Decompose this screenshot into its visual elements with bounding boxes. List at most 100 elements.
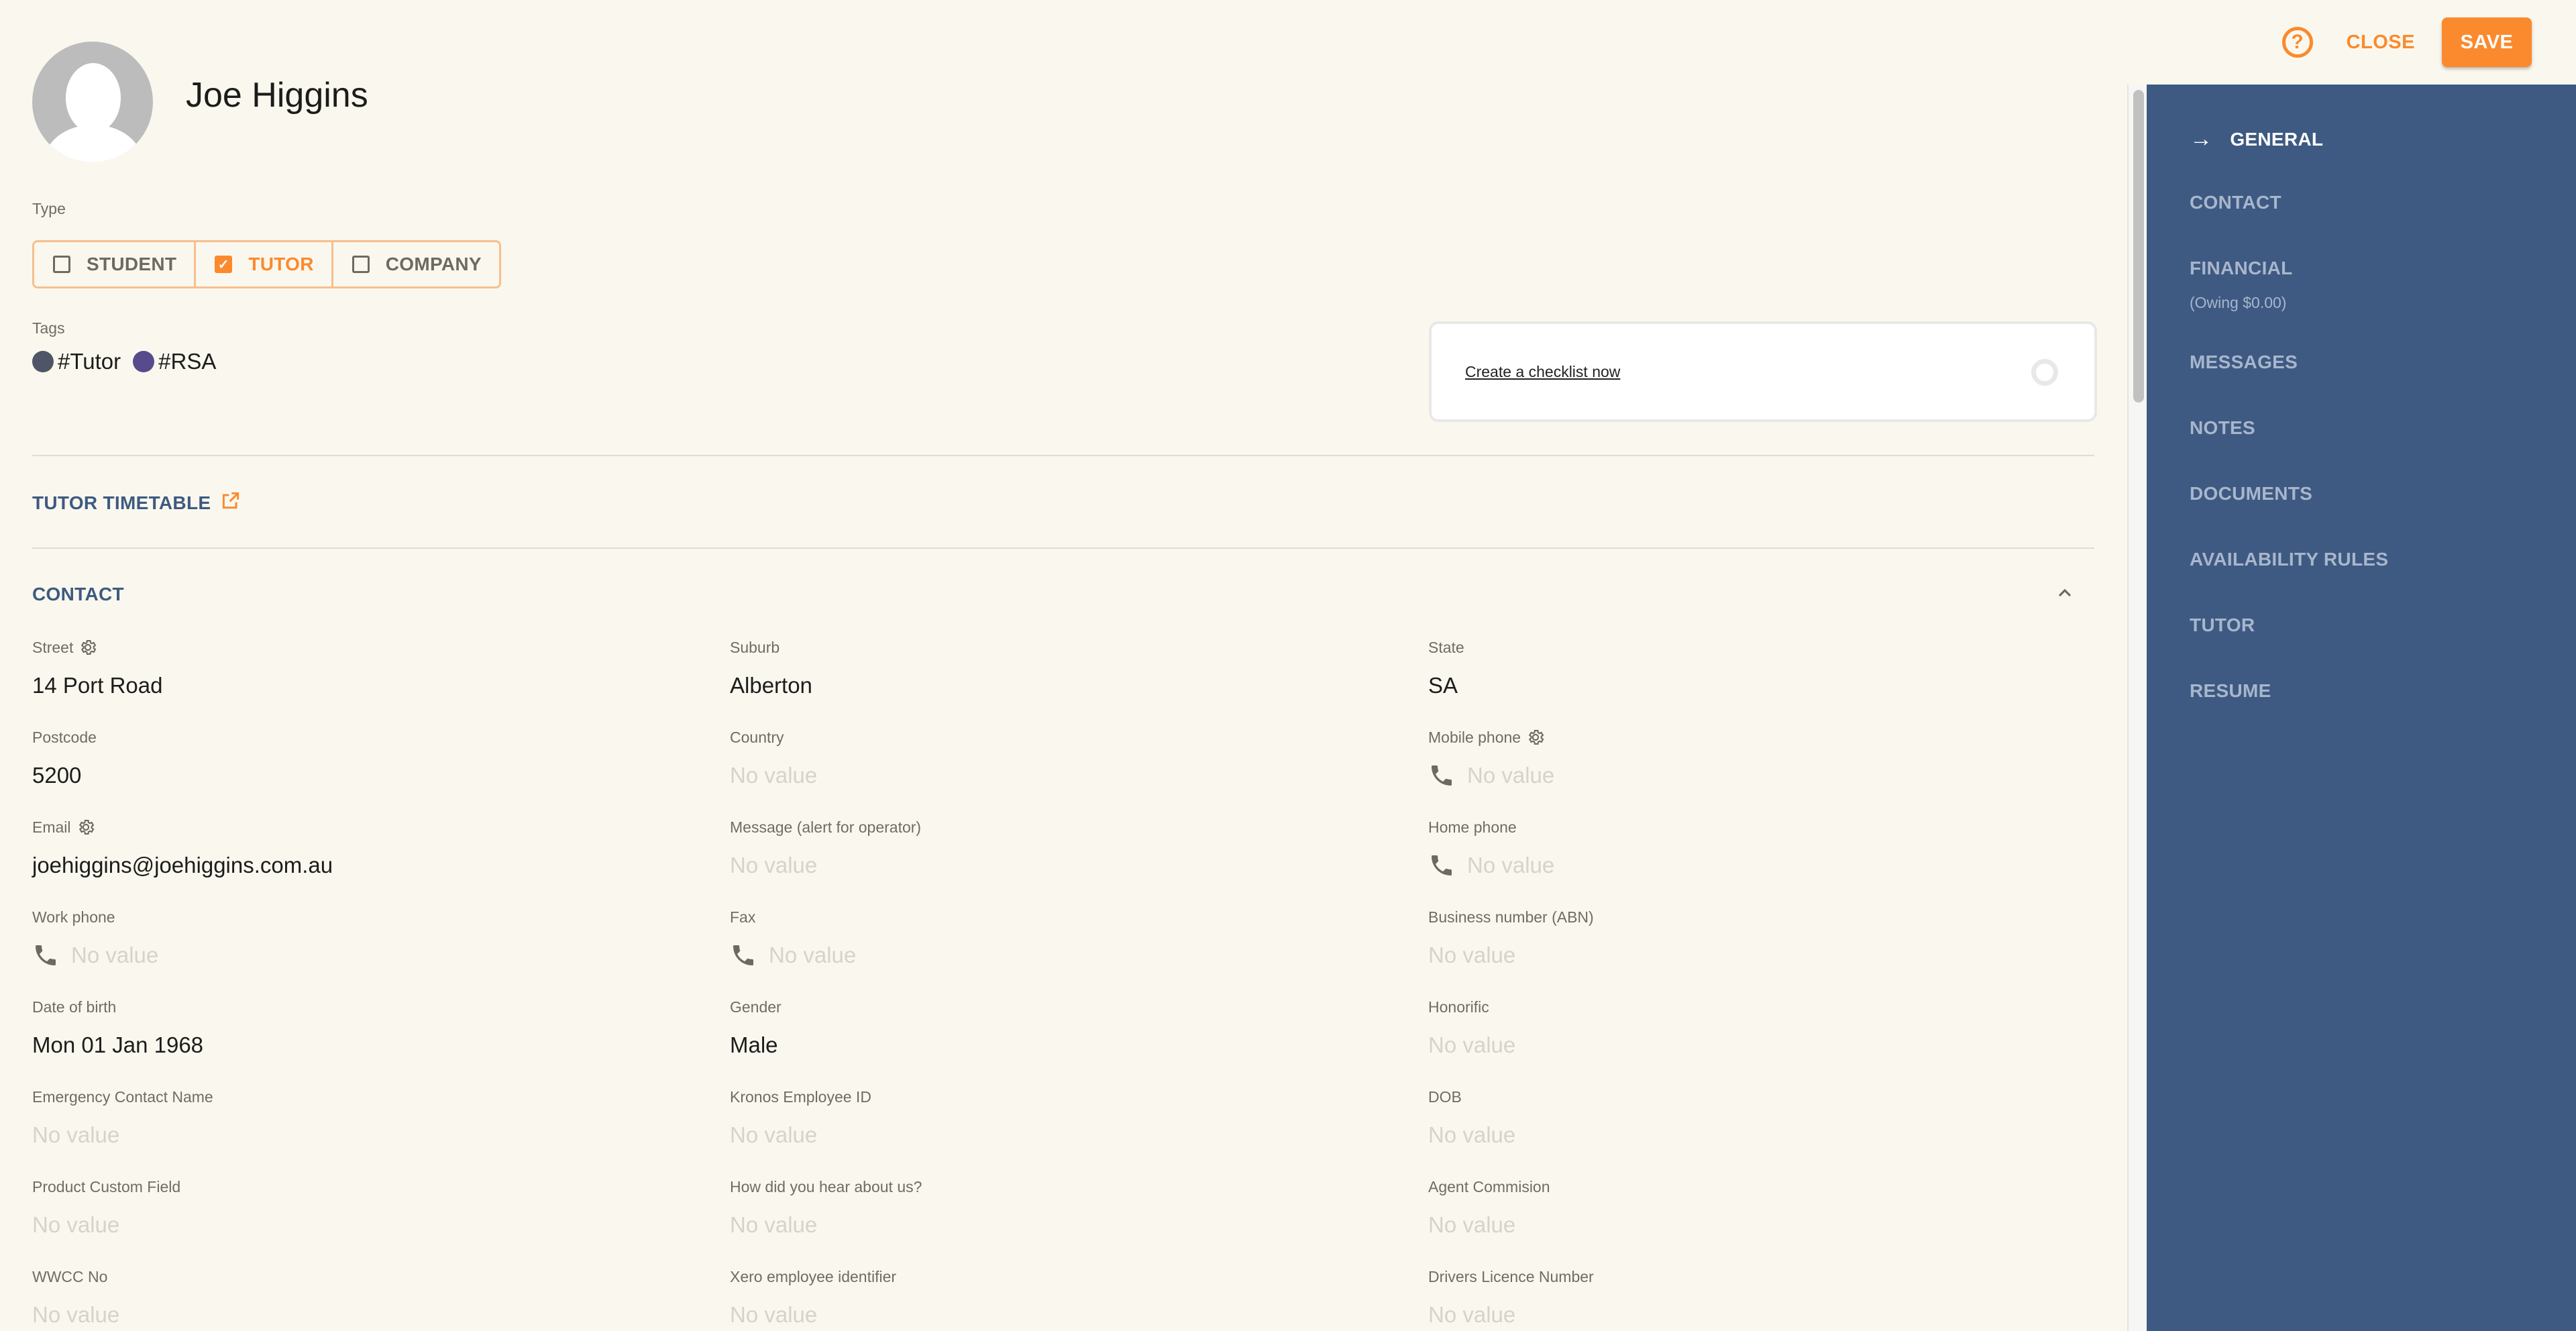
field-value[interactable]: joehiggins@joehiggins.com.au [32,852,703,879]
sidebar-item-notes[interactable]: NOTES [2190,417,2255,439]
avatar-body-shape [44,125,142,162]
field-value[interactable]: No value [730,942,1401,969]
field-value[interactable]: No value [730,1212,1401,1238]
field-label: Agent Commision [1428,1177,2099,1197]
field-label-text: Country [730,728,784,746]
field-value-text: No value [1428,1122,1516,1147]
tutor-timetable-link[interactable]: TUTOR TIMETABLE [32,490,241,516]
field-home-phone: Home phone No value [1428,817,2099,879]
field-value-text: No value [1428,1212,1516,1237]
field-kronos-employee-id: Kronos Employee ID No value [730,1087,1401,1149]
field-label-text: Fax [730,908,756,926]
scrollbar[interactable] [2127,85,2146,1331]
phone-icon[interactable] [1428,762,1455,789]
tag-list: #Tutor #RSA [32,349,228,374]
help-icon[interactable]: ? [2282,27,2313,58]
tag-color-dot [32,351,54,372]
field-label-text: Business number (ABN) [1428,908,1594,926]
field-value-text: No value [1428,1032,1516,1057]
chevron-up-icon[interactable] [2054,582,2076,607]
type-label: Type [32,200,66,217]
field-value-text: joehiggins@joehiggins.com.au [32,853,333,877]
field-value-text: Mon 01 Jan 1968 [32,1032,204,1057]
field-value[interactable]: SA [1428,672,2099,699]
field-value[interactable]: No value [32,1212,703,1238]
phone-icon[interactable] [1428,852,1455,879]
field-label-text: Work phone [32,908,115,926]
field-value-text: No value [730,1302,818,1327]
field-value[interactable]: No value [730,1301,1401,1328]
field-value-text: SA [1428,673,1458,698]
sidebar-item-tutor[interactable]: TUTOR [2190,615,2255,636]
field-value[interactable]: No value [1428,762,2099,789]
field-label-text: Message (alert for operator) [730,818,922,836]
type-option-company[interactable]: COMPANY [333,242,499,286]
sidebar-item-financial[interactable]: FINANCIAL [2190,258,2293,279]
phone-icon[interactable] [32,942,59,969]
sidebar-item-messages[interactable]: MESSAGES [2190,352,2298,373]
sidebar-item-resume[interactable]: RESUME [2190,680,2271,702]
field-value-text: No value [32,1302,120,1327]
save-button[interactable]: SAVE [2442,17,2532,67]
field-value[interactable]: No value [1428,1212,2099,1238]
tag-color-dot [133,351,155,372]
tag-rsa[interactable]: #RSA [133,349,216,374]
field-value-text: Alberton [730,673,812,698]
sidebar-item-documents[interactable]: DOCUMENTS [2190,483,2312,504]
field-value[interactable]: No value [730,1122,1401,1149]
field-label: Date of birth [32,997,703,1017]
field-value[interactable]: No value [1428,1032,2099,1059]
field-value[interactable]: No value [730,762,1401,789]
tag-label: #Tutor [58,349,121,374]
field-value[interactable]: 14 Port Road [32,672,703,699]
field-value[interactable]: No value [1428,1301,2099,1328]
scrollbar-thumb[interactable] [2133,90,2144,403]
field-value[interactable]: No value [32,942,703,969]
field-value[interactable]: Mon 01 Jan 1968 [32,1032,703,1059]
checklist-card: Create a checklist now [1429,321,2097,422]
gear-icon[interactable] [1526,728,1545,747]
gear-icon[interactable] [76,818,95,837]
phone-icon[interactable] [730,942,757,969]
section-nav-sidebar: → GENERAL CONTACT FINANCIAL (Owing $0.00… [2147,85,2576,1331]
type-option-student[interactable]: STUDENT [34,242,197,286]
close-button[interactable]: CLOSE [2343,31,2419,54]
field-value[interactable]: 5200 [32,762,703,789]
tutor-timetable-label: TUTOR TIMETABLE [32,492,211,513]
sidebar-item-availability-rules[interactable]: AVAILABILITY RULES [2190,549,2388,570]
divider [32,455,2094,456]
field-value[interactable]: No value [730,852,1401,879]
field-date-of-birth: Date of birth Mon 01 Jan 1968 [32,997,703,1059]
field-agent-commision: Agent Commision No value [1428,1177,2099,1238]
field-label-text: Street [32,638,74,656]
field-value[interactable]: No value [32,1301,703,1328]
field-value[interactable]: No value [1428,852,2099,879]
sidebar-item-label: GENERAL [2230,128,2324,150]
create-checklist-link[interactable]: Create a checklist now [1465,363,1620,381]
field-value-text: No value [1467,853,1555,877]
type-option-label: TUTOR [248,254,314,274]
financial-owing-text: (Owing $0.00) [2190,294,2287,311]
field-label-text: Emergency Contact Name [32,1087,213,1106]
field-value[interactable]: No value [1428,1122,2099,1149]
sidebar-item-general[interactable]: → GENERAL [2190,126,2323,152]
field-label: Country [730,727,1401,747]
type-option-tutor[interactable]: ✓ TUTOR [196,242,333,286]
tag-tutor[interactable]: #Tutor [32,349,121,374]
field-value[interactable]: Alberton [730,672,1401,699]
avatar[interactable] [32,42,153,162]
gear-icon[interactable] [78,638,97,657]
field-label-text: Honorific [1428,998,1489,1016]
field-value-text: No value [32,1122,120,1147]
field-value[interactable]: No value [32,1122,703,1149]
field-value[interactable]: Male [730,1032,1401,1059]
field-label: Business number (ABN) [1428,907,2099,927]
field-message-alert-for-operator: Message (alert for operator) No value [730,817,1401,879]
field-label: Mobile phone [1428,727,2099,747]
field-product-custom-field: Product Custom Field No value [32,1177,703,1238]
field-label: Home phone [1428,817,2099,837]
sidebar-item-contact[interactable]: CONTACT [2190,192,2282,213]
field-label: Gender [730,997,1401,1017]
checkbox-icon [352,256,370,273]
field-value[interactable]: No value [1428,942,2099,969]
